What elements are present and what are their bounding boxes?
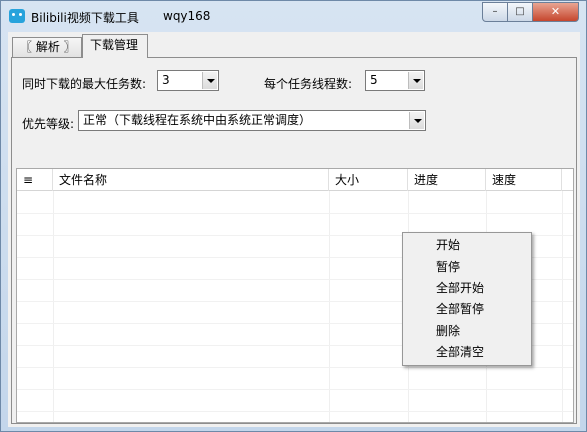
bilibili-tv-icon <box>9 9 25 23</box>
threads-value: 5 <box>370 73 378 87</box>
list-header: ≡ 文件名称 大小 进度 速度 <box>17 169 573 191</box>
grid-line <box>17 367 573 368</box>
menu-item-pause[interactable]: 暂停 <box>404 257 530 278</box>
window-user: wqy168 <box>163 9 211 23</box>
chevron-down-icon[interactable] <box>202 72 217 89</box>
grid-line <box>17 389 573 390</box>
max-tasks-value: 3 <box>162 73 170 87</box>
menu-item-start[interactable]: 开始 <box>404 235 530 256</box>
minimize-button[interactable]: – <box>482 2 508 22</box>
tab-parse[interactable]: 〖 解析 〗 <box>12 37 82 57</box>
max-tasks-select[interactable]: 3 <box>157 70 219 91</box>
title-bar[interactable]: Bilibili视频下载工具 wqy168 – □ ✕ <box>1 1 586 31</box>
chevron-down-icon[interactable] <box>409 112 424 129</box>
max-tasks-label: 同时下载的最大任务数: <box>22 77 147 91</box>
menu-item-pause-all[interactable]: 全部暂停 <box>404 299 530 320</box>
context-menu: 开始 暂停 全部开始 全部暂停 删除 全部清空 <box>402 232 532 366</box>
grid-line <box>329 191 330 422</box>
threads-select[interactable]: 5 <box>365 70 425 91</box>
column-header-progress[interactable]: 进度 <box>408 169 486 191</box>
grid-line <box>17 411 573 412</box>
tab-download-manager[interactable]: 下载管理 <box>82 34 148 58</box>
chevron-down-icon[interactable] <box>408 72 423 89</box>
priority-value: 正常（下载线程在系统中由系统正常调度） <box>83 113 312 127</box>
window-title: Bilibili视频下载工具 <box>31 11 139 25</box>
app-window: Bilibili视频下载工具 wqy168 – □ ✕ 〖 解析 〗 下载管理 … <box>0 0 587 432</box>
column-header-index[interactable]: ≡ <box>17 169 53 191</box>
column-header-size[interactable]: 大小 <box>329 169 408 191</box>
priority-select[interactable]: 正常（下载线程在系统中由系统正常调度） <box>78 110 426 131</box>
column-header-filename[interactable]: 文件名称 <box>53 169 329 191</box>
grid-line <box>562 191 563 422</box>
menu-item-start-all[interactable]: 全部开始 <box>404 278 530 299</box>
maximize-button[interactable]: □ <box>507 2 533 22</box>
threads-label: 每个任务线程数: <box>264 77 353 91</box>
priority-label: 优先等级: <box>22 117 75 131</box>
close-button[interactable]: ✕ <box>532 2 579 22</box>
column-header-speed[interactable]: 速度 <box>486 169 562 191</box>
menu-item-delete[interactable]: 删除 <box>404 321 530 342</box>
menu-item-clear-all[interactable]: 全部清空 <box>404 342 530 363</box>
client-area: 〖 解析 〗 下载管理 同时下载的最大任务数: 3 每个任务线程数: 5 优先等… <box>8 32 580 427</box>
grid-line <box>53 191 54 422</box>
grid-line <box>17 213 573 214</box>
